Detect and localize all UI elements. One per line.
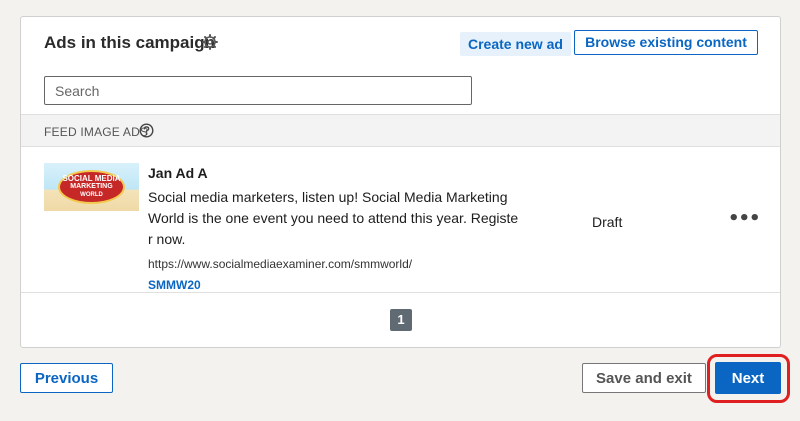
search-input[interactable] (44, 76, 472, 105)
page-title: Ads in this campaign (44, 33, 215, 52)
logo-line-2: MARKETING (70, 183, 113, 190)
status-badge: Draft (592, 214, 623, 230)
ad-list-item[interactable]: SOCIAL MEDIA MARKETING WORLD Jan Ad A So… (21, 147, 780, 293)
page-button-current[interactable]: 1 (390, 309, 412, 331)
ad-thumbnail: SOCIAL MEDIA MARKETING WORLD (44, 163, 139, 211)
ad-url: https://www.socialmediaexaminer.com/smmw… (148, 257, 413, 271)
section-header: FEED IMAGE ADS (21, 114, 780, 147)
ad-name: Jan Ad A (148, 165, 208, 181)
gear-icon[interactable] (202, 34, 218, 50)
next-button[interactable]: Next (715, 362, 781, 394)
create-new-ad-button[interactable]: Create new ad (460, 32, 571, 56)
section-label: FEED IMAGE ADS (44, 125, 149, 139)
logo-line-3: WORLD (80, 192, 103, 198)
ad-body-text: Social media marketers, listen up! Socia… (148, 189, 519, 247)
save-and-exit-button[interactable]: Save and exit (582, 363, 706, 393)
browse-existing-content-button[interactable]: Browse existing content (574, 30, 758, 55)
ad-tag-link[interactable]: SMMW20 (148, 278, 201, 292)
card-header: Ads in this campaign Create new ad Brows… (21, 17, 780, 72)
question-circle-icon[interactable] (139, 123, 154, 138)
logo-line-1: SOCIAL MEDIA (62, 174, 121, 183)
logo-badge: SOCIAL MEDIA MARKETING WORLD (58, 170, 125, 204)
more-horizontal-icon[interactable]: ••• (728, 209, 761, 229)
campaign-ads-card: Ads in this campaign Create new ad Brows… (20, 16, 781, 348)
previous-button[interactable]: Previous (20, 363, 113, 393)
